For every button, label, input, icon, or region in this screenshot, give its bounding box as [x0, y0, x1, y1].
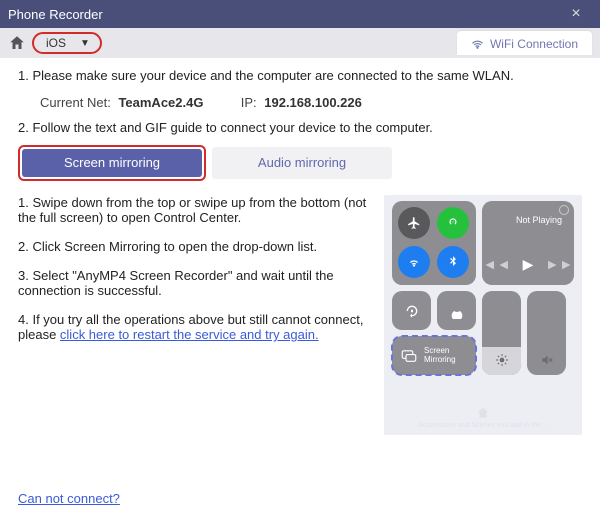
tab-audio-mirroring[interactable]: Audio mirroring	[212, 147, 392, 179]
window-title: Phone Recorder	[8, 7, 560, 22]
home-icon[interactable]	[8, 34, 26, 52]
cannot-connect-link[interactable]: Can not connect?	[18, 491, 120, 506]
tab-screen-mirroring[interactable]: Screen mirroring	[22, 149, 202, 177]
play-icon: ▶	[523, 256, 534, 273]
now-playing-tile: Not Playing ◄◄ ▶ ►►	[482, 201, 574, 285]
instruction-3: 3. Select "AnyMP4 Screen Recorder" and w…	[18, 268, 368, 298]
net-value: TeamAce2.4G	[118, 95, 203, 110]
wifi-toggle-icon	[398, 246, 430, 278]
volume-slider	[527, 291, 566, 375]
control-center-preview: Not Playing ◄◄ ▶ ►► Scree	[384, 195, 582, 435]
os-select-highlight: iOS ▼	[32, 32, 102, 54]
network-info: Current Net: TeamAce2.4G IP: 192.168.100…	[18, 89, 582, 120]
os-select-label: iOS	[46, 36, 66, 50]
screen-mirroring-tile: Screen Mirroring	[392, 336, 476, 375]
rotation-lock-icon	[392, 291, 431, 330]
close-button[interactable]: ×	[560, 5, 592, 23]
prev-track-icon: ◄◄	[483, 256, 511, 273]
home-accessories-hint: Accessories and Scenes you add in the…	[384, 399, 582, 435]
brightness-icon	[495, 353, 509, 367]
wifi-connection-tab[interactable]: WiFi Connection	[457, 31, 592, 55]
ip-label: IP:	[241, 95, 257, 110]
step-1: 1. Please make sure your device and the …	[18, 68, 582, 83]
chevron-down-icon: ▼	[80, 38, 90, 49]
connectivity-tile	[392, 201, 476, 285]
os-select[interactable]: iOS ▼	[34, 34, 100, 52]
instruction-4: 4. If you try all the operations above b…	[18, 312, 368, 342]
volume-mute-icon	[540, 353, 554, 367]
restart-service-link[interactable]: click here to restart the service and tr…	[60, 327, 319, 342]
screen-mirroring-highlight: Screen mirroring	[18, 145, 206, 181]
bluetooth-icon	[437, 246, 469, 278]
screen-mirroring-label: Screen Mirroring	[424, 347, 468, 365]
do-not-disturb-icon	[437, 291, 476, 330]
wifi-icon	[471, 38, 484, 51]
net-label: Current Net:	[40, 95, 111, 110]
airplay-icon	[559, 205, 569, 215]
next-track-icon: ►►	[545, 256, 573, 273]
brightness-slider	[482, 291, 521, 375]
cellular-icon	[437, 207, 469, 239]
instruction-2: 2. Click Screen Mirroring to open the dr…	[18, 239, 368, 254]
not-playing-label: Not Playing	[516, 215, 562, 225]
step-2: 2. Follow the text and GIF guide to conn…	[18, 120, 582, 135]
home-hint-icon	[476, 406, 490, 420]
ip-value: 192.168.100.226	[264, 95, 362, 110]
wifi-tab-label: WiFi Connection	[490, 37, 578, 51]
instruction-1: 1. Swipe down from the top or swipe up f…	[18, 195, 368, 225]
screen-mirroring-icon	[400, 347, 418, 365]
airplane-mode-icon	[398, 207, 430, 239]
